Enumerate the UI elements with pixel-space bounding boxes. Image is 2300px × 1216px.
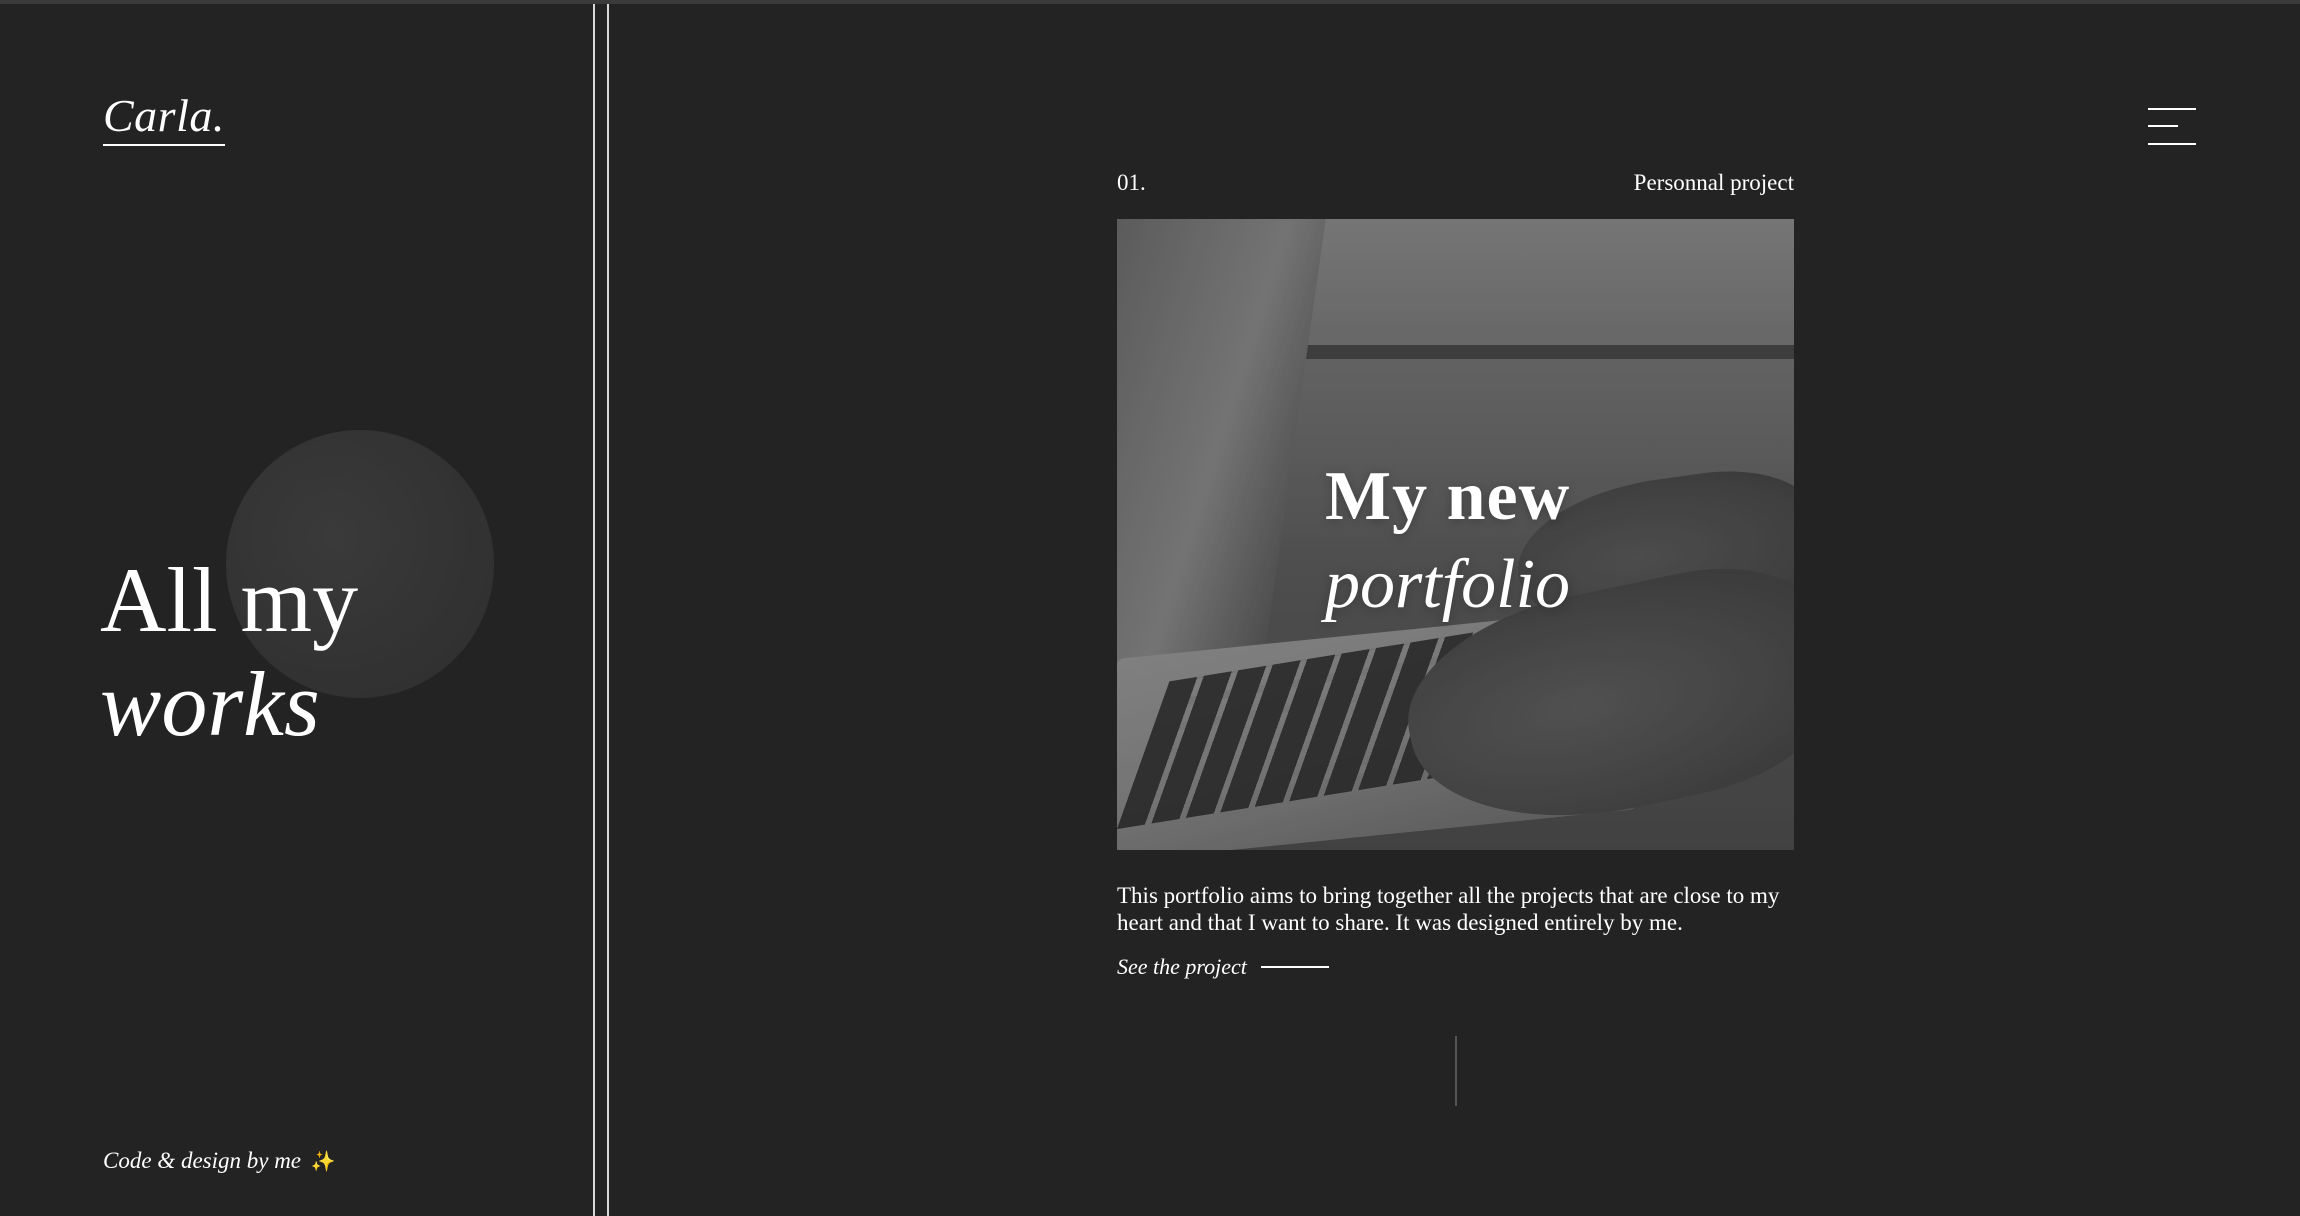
left-panel: Carla. All my works Code & design by me … [0, 0, 594, 1216]
project-header: 01. Personnal project [1117, 170, 1794, 200]
menu-bar-top [2148, 108, 2196, 110]
project-number: 01. [1117, 170, 1146, 195]
hamburger-menu-icon[interactable] [2148, 106, 2196, 146]
see-project-link[interactable]: See the project [1117, 954, 1794, 980]
divider-line-left [593, 4, 595, 1216]
divider-line-right [607, 4, 609, 1216]
menu-bar-bottom [2148, 143, 2196, 145]
project-description: This portfolio aims to bring together al… [1117, 883, 1780, 935]
hero-title-line2: works [100, 653, 320, 755]
footer-credit: Code & design by me ✨ [103, 1148, 336, 1174]
page: Carla. All my works Code & design by me … [0, 0, 2300, 1216]
hero-title-line1: All my [100, 549, 359, 651]
project-image[interactable]: My new portfolio [1117, 219, 1794, 850]
logo-link[interactable]: Carla. [103, 91, 225, 147]
link-dash [1260, 966, 1329, 968]
project-category: Personnal project [1633, 170, 1794, 195]
project-card: 01. Personnal project My new portfolio T… [1117, 170, 1794, 980]
project-title-line1: My new [1325, 458, 1571, 535]
hero-title: All my works [100, 548, 358, 756]
project-title-line2: portfolio [1325, 546, 1571, 623]
menu-bar-middle [2148, 125, 2178, 127]
credit-text: Code & design by me [103, 1148, 302, 1173]
project-image-title: My new portfolio [1325, 453, 1570, 629]
see-project-label: See the project [1117, 954, 1247, 979]
sparkle-icon: ✨ [310, 1151, 336, 1173]
scroll-indicator [1455, 1036, 1457, 1106]
